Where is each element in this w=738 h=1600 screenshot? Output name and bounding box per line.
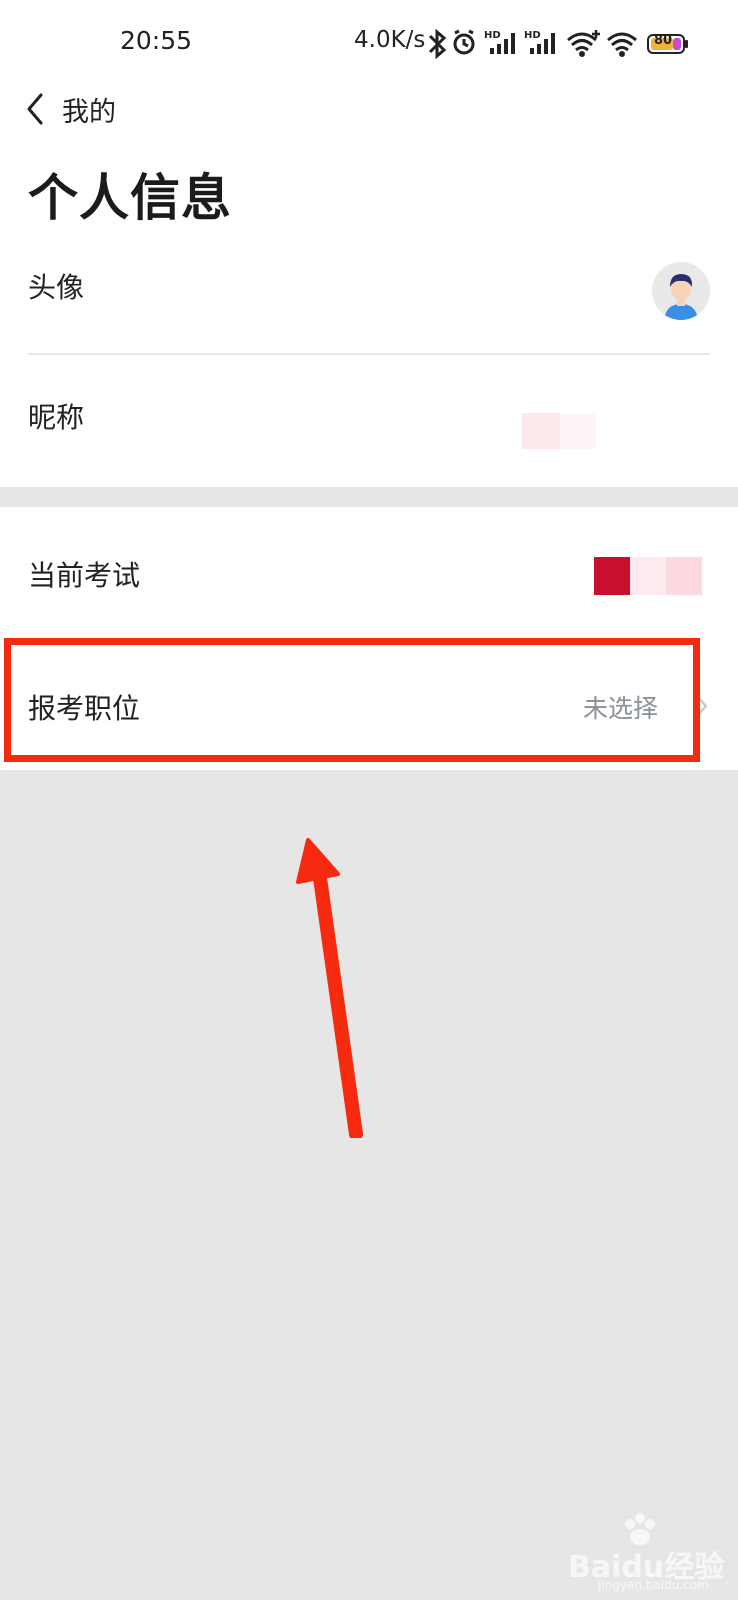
chevron-left-icon: [27, 93, 43, 125]
back-label: 我的: [62, 96, 116, 128]
avatar[interactable]: [652, 262, 710, 320]
svg-text:HD: HD: [484, 30, 501, 41]
bluetooth-icon: [428, 28, 447, 60]
current-exam-value-redacted: [594, 557, 630, 595]
avatar-label: 头像: [28, 271, 85, 304]
wifi-icon: [607, 32, 637, 57]
annotation-arrow: [296, 838, 363, 1138]
wifi-plus-icon: [567, 30, 600, 57]
section-gap: [0, 487, 738, 507]
watermark: Baidu经验 jingyan.baidu.com: [568, 1510, 728, 1592]
status-icons: HD HD: [428, 28, 688, 60]
signal-hd-icon: HD: [484, 30, 515, 54]
nickname-label: 昵称: [28, 401, 85, 434]
nickname-value-redacted: [522, 413, 560, 449]
current-exam-value-redacted: [630, 557, 666, 595]
alarm-icon: [453, 29, 475, 55]
battery-level: 80: [654, 33, 673, 48]
battery-text-holder: [0, 0, 1, 1]
status-time: 20:55: [120, 26, 193, 55]
nickname-row[interactable]: 昵称: [0, 390, 738, 450]
avatar-image: [652, 262, 710, 320]
nickname-value-redacted: [560, 413, 596, 449]
network-speed: 4.0K/s: [354, 27, 426, 53]
back-button[interactable]: 我的: [26, 88, 116, 130]
highlight-box: [4, 638, 700, 762]
watermark-sub: jingyan.baidu.com: [598, 1578, 709, 1592]
signal-hd-icon: HD: [524, 30, 555, 54]
svg-text:HD: HD: [524, 30, 541, 41]
divider: [28, 353, 710, 355]
current-exam-label: 当前考试: [28, 559, 141, 592]
page-title: 个人信息: [28, 169, 232, 227]
current-exam-value-redacted: [666, 557, 702, 595]
avatar-row[interactable]: 头像: [0, 256, 738, 346]
status-bar: 20:55 4.0K/s HD HD 80: [0, 0, 738, 86]
